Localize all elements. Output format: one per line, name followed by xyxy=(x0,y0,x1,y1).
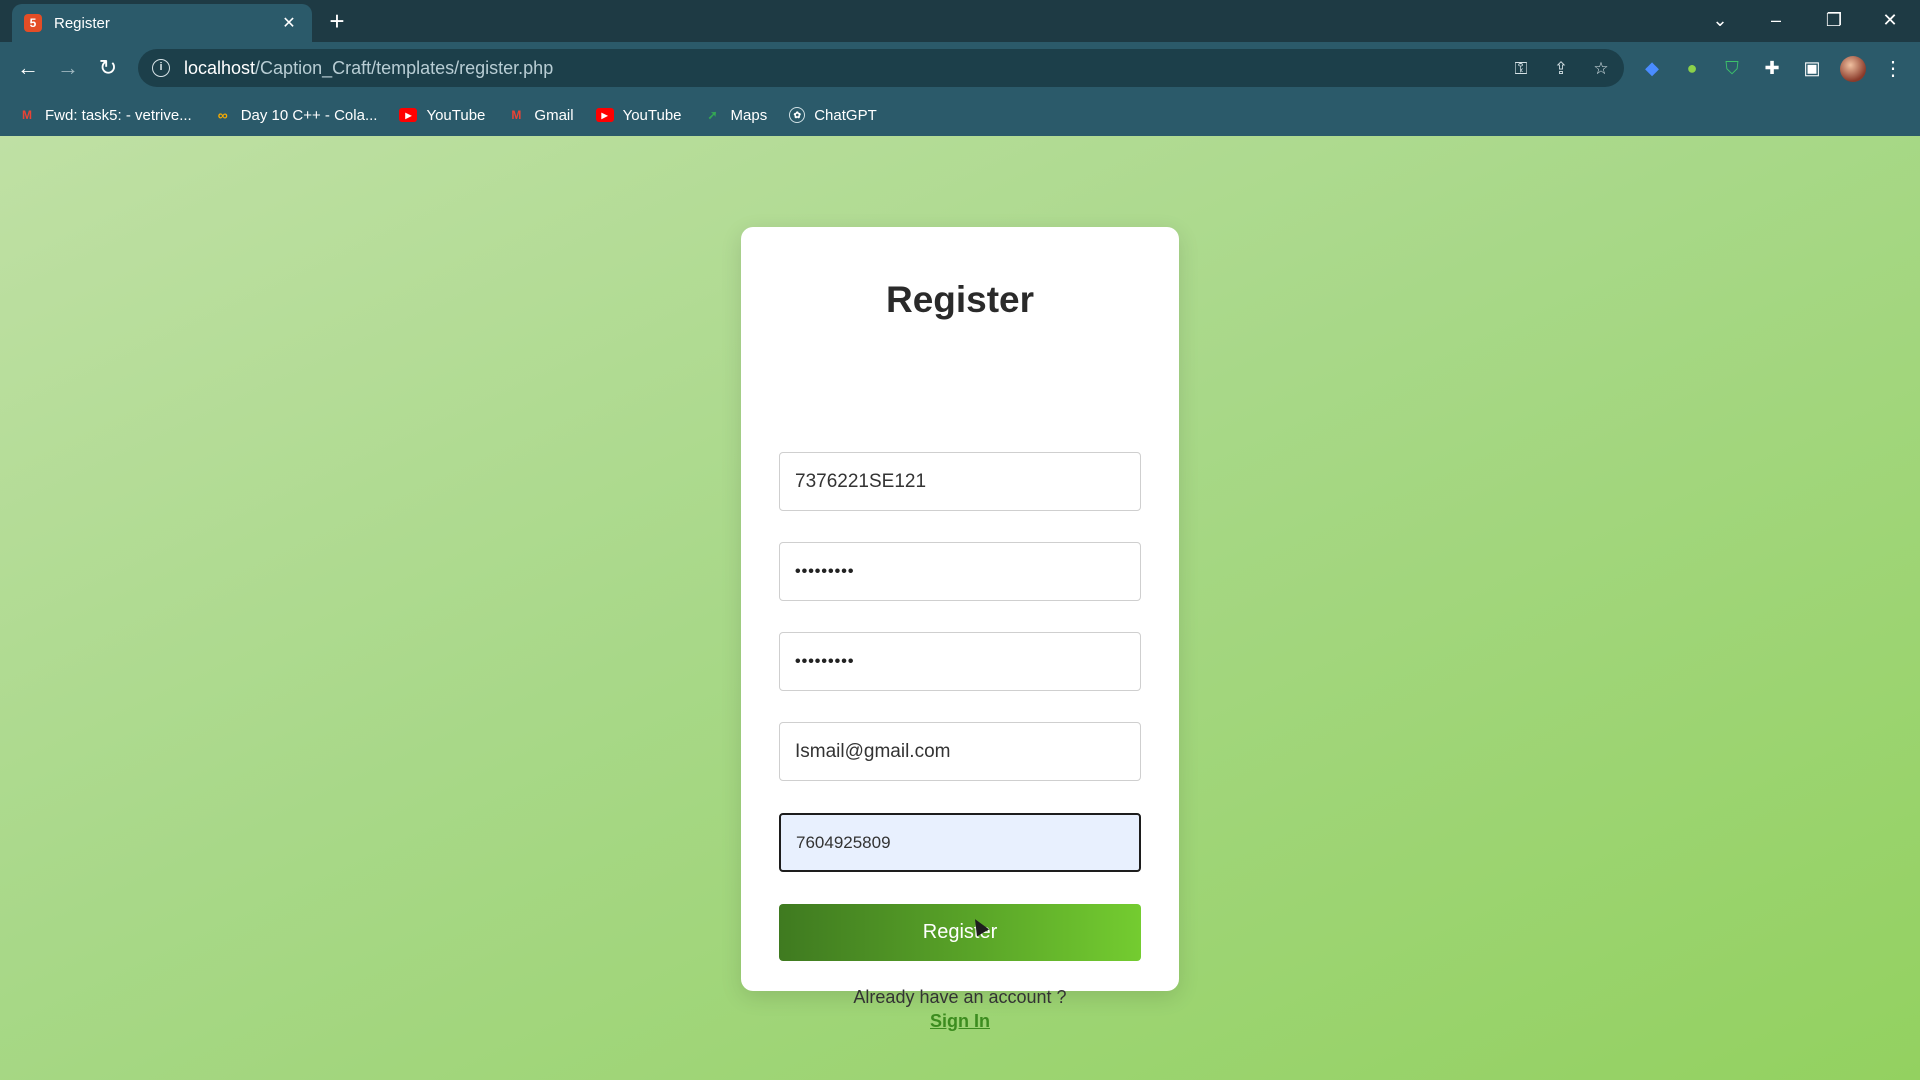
new-tab-button[interactable]: + xyxy=(322,6,352,36)
bookmark-label: ChatGPT xyxy=(814,106,877,124)
bookmark-item[interactable]: ➚ Maps xyxy=(704,107,768,124)
bookmark-label: Fwd: task5: - vetrive... xyxy=(45,106,192,124)
html5-favicon-icon: 5 xyxy=(24,14,42,32)
page-background: Register 7376221SE121 ••••••••• ••••••••… xyxy=(0,136,1920,1080)
minimize-button[interactable]: – xyxy=(1756,4,1796,36)
bookmark-item[interactable]: ✿ ChatGPT xyxy=(789,107,877,124)
colab-icon: ∞ xyxy=(217,107,228,123)
signin-link[interactable]: Sign In xyxy=(741,1011,1179,1032)
tab-strip: 5 Register ✕ + ⌄ – ❐ ✕ xyxy=(0,0,1920,42)
bookmark-item[interactable]: ∞ Day 10 C++ - Cola... xyxy=(214,107,378,124)
reload-button[interactable]: ↻ xyxy=(92,52,124,84)
page-title: Register xyxy=(885,279,1035,320)
bookmark-item[interactable]: ▶ YouTube xyxy=(399,107,485,124)
bookmark-item[interactable]: M Fwd: task5: - vetrive... xyxy=(18,107,192,124)
tab-register[interactable]: 5 Register ✕ xyxy=(12,4,312,42)
url-text[interactable]: localhost/Caption_Craft/templates/regist… xyxy=(184,58,553,79)
bookmark-label: YouTube xyxy=(622,106,682,124)
tab-close-icon[interactable]: ✕ xyxy=(278,13,300,33)
register-card: Register 7376221SE121 ••••••••• ••••••••… xyxy=(741,227,1179,1031)
restore-button[interactable]: ❐ xyxy=(1814,4,1854,36)
phone-field[interactable]: 7604925809 xyxy=(779,813,1141,872)
confirm-password-field[interactable]: ••••••••• xyxy=(779,632,1141,691)
tab-search-chevron-icon[interactable]: ⌄ xyxy=(1700,4,1740,36)
back-button[interactable]: ← xyxy=(12,52,44,84)
address-bar[interactable]: i localhost/Caption_Craft/templates/regi… xyxy=(138,49,1624,87)
side-panel-icon[interactable]: ▣ xyxy=(1801,57,1823,79)
share-icon[interactable]: ⇪ xyxy=(1550,58,1572,80)
signin-prompt: Already have an account ? xyxy=(853,987,1067,1007)
password-key-icon[interactable]: ⚿ xyxy=(1510,58,1532,80)
youtube-icon: ▶ xyxy=(595,108,614,122)
extension-globe-icon[interactable]: ● xyxy=(1681,57,1703,79)
bookmark-item[interactable]: M Gmail xyxy=(507,107,573,124)
browser-toolbar: ← → ↻ i localhost/Caption_Craft/template… xyxy=(0,42,1920,94)
youtube-icon: ▶ xyxy=(399,108,418,122)
chatgpt-icon: ✿ xyxy=(789,107,806,123)
tab-title: Register xyxy=(54,14,110,32)
extension-arrow-icon[interactable]: ◆ xyxy=(1641,57,1663,79)
extensions-puzzle-icon[interactable]: ✚ xyxy=(1761,57,1783,79)
gmail-icon: M xyxy=(22,108,32,122)
forward-button[interactable]: → xyxy=(52,52,84,84)
password-field[interactable]: ••••••••• xyxy=(779,542,1141,601)
bookmark-star-icon[interactable]: ☆ xyxy=(1590,58,1612,80)
close-window-button[interactable]: ✕ xyxy=(1870,4,1910,36)
bookmark-label: Maps xyxy=(730,106,768,124)
profile-avatar[interactable] xyxy=(1840,56,1866,82)
bookmarks-bar: M Fwd: task5: - vetrive... ∞ Day 10 C++ … xyxy=(0,94,1920,136)
bookmark-item[interactable]: ▶ YouTube xyxy=(595,106,682,124)
bookmark-label: Gmail xyxy=(534,106,574,124)
browser-menu-icon[interactable]: ⋮ xyxy=(1880,56,1906,82)
site-info-icon[interactable]: i xyxy=(152,59,170,77)
username-field[interactable]: 7376221SE121 xyxy=(779,452,1141,511)
register-button[interactable]: Register xyxy=(779,904,1141,961)
bookmark-label: Day 10 C++ - Cola... xyxy=(240,106,378,124)
extension-shield-icon[interactable]: ⛉ xyxy=(1721,57,1743,79)
email-field[interactable]: Ismail@gmail.com xyxy=(779,722,1141,781)
bookmark-label: YouTube xyxy=(426,106,486,124)
maps-icon: ➚ xyxy=(707,108,718,122)
gmail-icon: M xyxy=(511,108,522,122)
